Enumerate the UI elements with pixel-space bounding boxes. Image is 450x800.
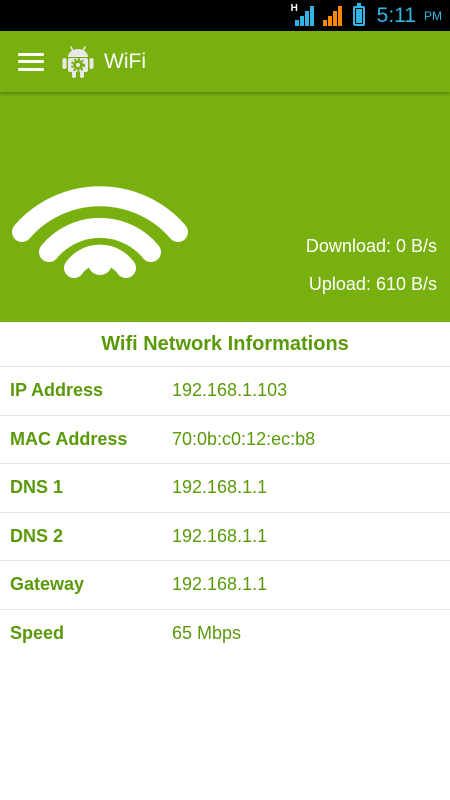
info-value: 192.168.1.1	[172, 574, 268, 595]
status-icons: H 5:11 PM	[290, 0, 442, 31]
clock-ampm: PM	[424, 8, 442, 23]
info-label: DNS 1	[10, 477, 64, 498]
info-row-dns1: DNS 1 192.168.1.1	[0, 464, 450, 513]
info-section-title: Wifi Network Informations	[0, 322, 450, 367]
info-row-ip: IP Address 192.168.1.103	[0, 367, 450, 416]
info-value: 65 Mbps	[172, 623, 242, 644]
info-label: DNS 2	[10, 525, 64, 546]
app-title: WiFi	[104, 49, 146, 73]
android-gear-icon	[62, 45, 94, 78]
download-speed: Download: 0 B/s	[305, 236, 437, 256]
wifi-icon	[12, 186, 188, 278]
info-value: 70:0b:c0:12:ec:b8	[172, 428, 316, 449]
info-value: 192.168.1.1	[172, 477, 268, 498]
action-bar: WiFi	[0, 31, 450, 92]
info-row-speed: Speed 65 Mbps	[0, 610, 450, 659]
info-value: 192.168.1.1	[172, 525, 268, 546]
status-bar: H 5:11 PM	[0, 0, 450, 31]
network-type: H	[290, 2, 298, 14]
info-row-mac: MAC Address 70:0b:c0:12:ec:b8	[0, 416, 450, 464]
signal-h-icon: H	[290, 2, 315, 26]
info-row-gateway: Gateway 192.168.1.1	[0, 561, 450, 610]
wifi-hero: Download: 0 B/s Upload: 610 B/s	[0, 92, 450, 322]
upload-speed: Upload: 610 B/s	[308, 274, 437, 294]
info-label: Gateway	[10, 574, 85, 595]
info-table: IP Address 192.168.1.103 MAC Address 70:…	[0, 367, 450, 658]
battery-icon	[352, 2, 365, 26]
signal-orange-icon	[321, 5, 343, 26]
info-label: Speed	[10, 623, 65, 644]
info-label: MAC Address	[10, 428, 128, 449]
info-label: IP Address	[10, 380, 104, 401]
info-row-dns2: DNS 2 192.168.1.1	[0, 513, 450, 561]
clock-time: 5:11	[376, 3, 416, 27]
info-value: 192.168.1.103	[172, 380, 288, 401]
hamburger-menu-icon[interactable]	[18, 52, 44, 71]
